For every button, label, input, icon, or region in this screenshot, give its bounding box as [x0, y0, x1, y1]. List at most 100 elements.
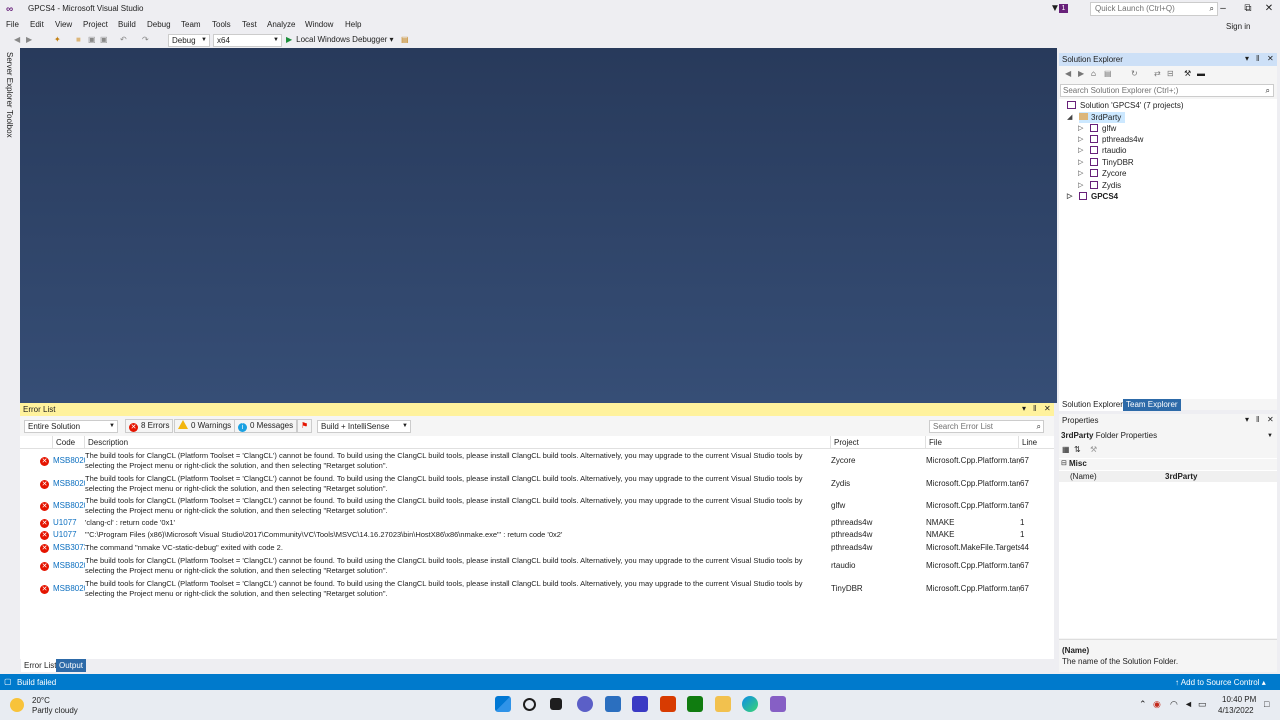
collapsed-arrow-icon[interactable]: ▷ — [1078, 180, 1083, 191]
expanded-arrow-icon[interactable]: ◢ — [1067, 112, 1072, 123]
properties-wrench-icon[interactable]: ⚒ — [1184, 69, 1191, 78]
error-code[interactable]: MSB8020 — [53, 584, 85, 593]
close-button[interactable]: ✕ — [1258, 0, 1280, 18]
back-icon[interactable]: ◀ — [14, 35, 20, 44]
column-file[interactable]: File — [925, 436, 1018, 449]
pin-icon[interactable]: ‖ — [1256, 54, 1259, 63]
window-position-icon[interactable]: ▾ — [1022, 404, 1026, 413]
clock-date[interactable]: 4/13/2022 — [1218, 706, 1254, 715]
menu-help[interactable]: Help — [345, 20, 361, 29]
tab-team-explorer[interactable]: Team Explorer — [1123, 399, 1181, 411]
microsoft-store-icon[interactable] — [605, 696, 621, 712]
pin-icon[interactable]: ‖ — [1033, 404, 1036, 413]
file-explorer-icon[interactable] — [715, 696, 731, 712]
toolbar-extra-icon[interactable]: ▤ — [401, 35, 409, 44]
edge-browser-icon[interactable] — [742, 696, 758, 712]
start-debugger-button[interactable]: ▶ Local Windows Debugger ▾ — [286, 35, 394, 44]
xbox-icon[interactable] — [687, 696, 703, 712]
save-all-icon[interactable]: ▣ — [100, 35, 108, 44]
column-line[interactable]: Line — [1018, 436, 1054, 449]
error-code[interactable]: MSB8020 — [53, 501, 85, 510]
error-code[interactable]: U1077 — [53, 530, 85, 539]
scope-select[interactable]: Entire Solution ▼ — [24, 420, 118, 433]
project-node-tinydbr[interactable]: ▷ TinyDBR — [1078, 157, 1134, 168]
errors-filter-button[interactable]: ✕ 8 Errors — [125, 419, 174, 433]
minimize-button[interactable]: – — [1212, 0, 1234, 18]
error-row[interactable]: ✕ MSB8020 The build tools for ClangCL (P… — [20, 494, 1054, 517]
weather-partly-cloudy-icon[interactable] — [10, 698, 24, 712]
menu-debug[interactable]: Debug — [147, 20, 171, 29]
project-node-zycore[interactable]: ▷ Zycore — [1078, 168, 1126, 179]
error-row[interactable]: ✕ MSB8020 The build tools for ClangCL (P… — [20, 577, 1054, 600]
menu-tools[interactable]: Tools — [212, 20, 231, 29]
redo-icon[interactable]: ↷ — [142, 35, 149, 44]
notifications-icon[interactable]: □ — [1264, 699, 1269, 709]
window-position-icon[interactable]: ▾ — [1245, 54, 1249, 63]
collapsed-arrow-icon[interactable]: ▷ — [1078, 157, 1083, 168]
error-code[interactable]: MSB8020 — [53, 479, 85, 488]
wifi-icon[interactable]: ◠ — [1170, 699, 1178, 710]
office-icon[interactable] — [660, 696, 676, 712]
collapsed-arrow-icon[interactable]: ▷ — [1078, 168, 1083, 179]
folder-node-3rdparty[interactable]: ◢ 3rdParty — [1067, 112, 1126, 123]
collapse-all-icon[interactable]: ⊟ — [1167, 69, 1174, 78]
sync-icon[interactable]: ⇄ — [1154, 69, 1161, 78]
visual-studio-taskbar-icon[interactable] — [770, 696, 786, 712]
server-explorer-tab[interactable]: Server Explorer — [5, 52, 14, 108]
categorized-icon[interactable]: ▦ — [1062, 445, 1070, 454]
project-node-zydis[interactable]: ▷ Zydis — [1078, 180, 1121, 191]
network-warning-icon[interactable]: ◉ — [1153, 699, 1161, 710]
volume-icon[interactable]: ◄ — [1184, 699, 1193, 709]
history-icon[interactable]: ↻ — [1131, 69, 1138, 78]
menu-file[interactable]: File — [6, 20, 19, 29]
toolbox-tab[interactable]: Toolbox — [5, 110, 14, 138]
source-select[interactable]: Build + IntelliSense ▼ — [317, 420, 411, 433]
start-menu-icon[interactable] — [495, 696, 511, 712]
warnings-filter-button[interactable]: 0 Warnings — [174, 419, 236, 433]
property-pages-icon[interactable]: ⚒ — [1090, 445, 1097, 454]
configuration-select[interactable]: Debug ▼ — [168, 34, 210, 47]
error-row[interactable]: ✕ MSB8020 The build tools for ClangCL (P… — [20, 472, 1054, 494]
collapsed-arrow-icon[interactable]: ▷ — [1078, 145, 1083, 156]
task-view-icon[interactable] — [550, 698, 562, 710]
error-row[interactable]: ✕ MSB3073 The command "nmake VC-static-d… — [20, 542, 1054, 554]
menu-view[interactable]: View — [55, 20, 72, 29]
undo-icon[interactable]: ↶ — [120, 35, 127, 44]
quick-launch-input[interactable]: Quick Launch (Ctrl+Q) ⌕ — [1090, 2, 1218, 16]
property-category-misc[interactable]: ⊟ Misc — [1059, 459, 1277, 470]
property-name-value[interactable]: 3rdParty — [1165, 472, 1197, 481]
alphabetical-icon[interactable]: ⇅ — [1074, 445, 1081, 454]
error-row[interactable]: ✕ MSB8020 The build tools for ClangCL (P… — [20, 449, 1054, 472]
pen-app-icon[interactable] — [632, 696, 648, 712]
pin-icon[interactable]: ‖ — [1256, 415, 1259, 424]
tab-error-list[interactable]: Error List — [21, 659, 60, 672]
project-node-gpcs4[interactable]: ▷ GPCS4 — [1067, 191, 1118, 202]
back-icon[interactable]: ◀ — [1065, 69, 1071, 78]
menu-build[interactable]: Build — [118, 20, 136, 29]
solution-node[interactable]: Solution 'GPCS4' (7 projects) — [1067, 100, 1184, 111]
add-to-source-control-button[interactable]: ↑ Add to Source Control ▴ — [1175, 678, 1266, 687]
property-row-name[interactable]: (Name) 3rdParty — [1059, 471, 1277, 482]
property-object-select[interactable]: 3rdParty Folder Properties ▼ — [1061, 430, 1275, 442]
project-node-rtaudio[interactable]: ▷ rtaudio — [1078, 145, 1126, 156]
messages-filter-button[interactable]: i0 Messages — [234, 419, 298, 433]
menu-test[interactable]: Test — [242, 20, 257, 29]
menu-edit[interactable]: Edit — [30, 20, 44, 29]
close-icon[interactable]: ✕ — [1044, 404, 1051, 413]
error-code[interactable]: MSB8020 — [53, 561, 85, 570]
close-icon[interactable]: ✕ — [1267, 415, 1274, 424]
forward-icon[interactable]: ▶ — [1078, 69, 1084, 78]
collapsed-arrow-icon[interactable]: ▷ — [1067, 191, 1072, 202]
tab-solution-explorer[interactable]: Solution Explorer — [1059, 399, 1126, 411]
home-icon[interactable]: ⌂ — [1091, 69, 1096, 78]
teams-chat-icon[interactable] — [577, 696, 593, 712]
weather-temperature[interactable]: 20°C — [32, 696, 50, 705]
solution-explorer-search-input[interactable]: Search Solution Explorer (Ctrl+;) ⌕ — [1060, 84, 1274, 97]
error-row[interactable]: ✕ MSB8020 The build tools for ClangCL (P… — [20, 554, 1054, 577]
project-node-pthreads4w[interactable]: ▷ pthreads4w — [1078, 134, 1143, 145]
error-row[interactable]: ✕ U1077 '"C:\Program Files (x86)\Microso… — [20, 529, 1054, 542]
error-code[interactable]: MSB8020 — [53, 456, 85, 465]
weather-condition[interactable]: Partly cloudy — [32, 706, 78, 715]
clock-time[interactable]: 10:40 PM — [1222, 695, 1256, 704]
error-code[interactable]: U1077 — [53, 518, 85, 527]
